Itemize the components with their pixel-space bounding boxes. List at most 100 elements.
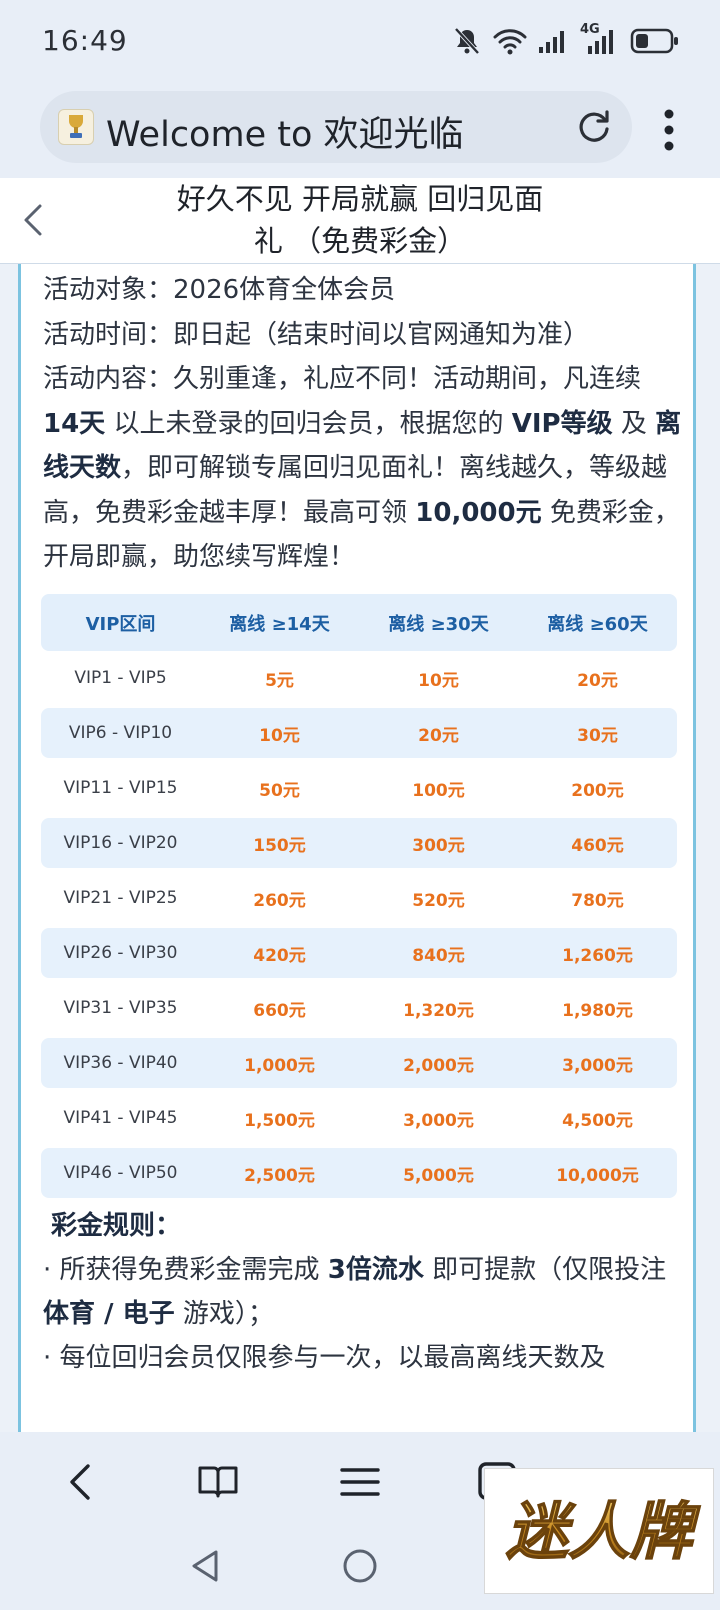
table-row: VIP11 - VIP15 50元 100元 200元 [41,763,677,813]
bonus-amount-cell: 20元 [577,670,618,691]
vip-range-cell: VIP1 - VIP5 [74,668,167,688]
page-title[interactable]: Welcome to 欢迎光临 [106,106,464,157]
vip-range-cell: VIP21 - VIP25 [63,888,178,908]
vip-range-cell: VIP36 - VIP40 [63,1053,178,1073]
back-arrow-icon[interactable] [18,202,50,238]
bonus-amount-cell: 20元 [418,725,459,746]
promo-intro: 活动对象：2026体育全体会员 活动时间：即日起（结束时间以官网通知为准） 活动… [43,268,683,580]
bonus-amount-cell: 3,000元 [403,1110,474,1131]
rule-text: · 所获得免费彩金需完成 [43,1255,328,1285]
table-header-cell: 离线 ≥60天 [547,613,648,635]
vip-range-cell: VIP26 - VIP30 [63,943,178,963]
activity-target-value: 2026体育全体会员 [173,275,396,305]
activity-content-label: 活动内容： [43,364,174,394]
rule-highlight: 3倍流水 [327,1255,424,1285]
rule-item: · 每位回归会员仅限参与一次，以最高离线天数及 [43,1343,606,1373]
activity-time-value: 即日起（结束时间以官网通知为准） [173,319,590,350]
bonus-amount-cell: 660元 [253,1000,306,1021]
bonus-amount-cell: 780元 [571,890,624,911]
table-header-cell: VIP区间 [85,613,156,635]
bonus-amount-cell: 100元 [412,780,465,801]
vip-range-cell: VIP41 - VIP45 [63,1108,178,1128]
activity-time-label: 活动时间： [43,319,174,350]
back-icon[interactable] [60,1460,104,1504]
signal-strength-icon [539,31,564,53]
vip-range-cell: VIP16 - VIP20 [63,833,178,853]
bonus-amount-cell: 30元 [577,725,618,746]
table-row: VIP41 - VIP45 1,500元 3,000元 4,500元 [41,1093,677,1143]
bonus-amount-cell: 520元 [412,890,465,911]
table-row: VIP46 - VIP50 2,500元 5,000元 10,000元 [41,1148,677,1198]
bonus-amount-cell: 5,000元 [403,1165,474,1186]
rule-text: 游戏）； [174,1299,274,1329]
signal-4g-icon: 4G [580,22,620,56]
bonus-amount-cell: 840元 [412,945,465,966]
table-header-row: VIP区间 离线 ≥14天 离线 ≥30天 离线 ≥60天 [41,594,677,651]
nav-home-icon[interactable] [340,1546,380,1586]
content-text: 及 [612,408,656,439]
svg-text:迷人牌: 迷人牌 [506,1495,701,1568]
bonus-amount-cell: 50元 [259,780,300,801]
activity-time: 活动时间：即日起（结束时间以官网通知为准） [43,313,683,358]
wifi-icon [493,29,527,55]
rule-highlight: 体育 / 电子 [43,1299,175,1329]
bonus-amount-cell: 260元 [253,890,306,911]
rules-title: 彩金规则： [51,1211,182,1241]
status-time: 16:49 [42,24,128,57]
bonus-amount-cell: 1,320元 [403,1000,474,1021]
promo-title: 好久不见 开局就赢 回归见面 礼 （免费彩金） [120,178,600,262]
table-body: VIP1 - VIP5 5元 10元 20元 VIP6 - VIP10 10元 20元 30元… [41,653,677,1198]
browser-toolbar: Welcome to 欢迎光临 [0,84,720,178]
page-header: 好久不见 开局就赢 回归见面 礼 （免费彩金） [0,178,720,264]
bonus-amount-cell: 300元 [412,835,465,856]
bonus-amount-cell: 4,500元 [562,1110,633,1131]
watermark-logo: 迷人牌 [484,1468,714,1594]
bonus-amount-cell: 1,500元 [244,1110,315,1131]
table-row: VIP16 - VIP20 150元 300元 460元 [41,818,677,868]
content-text: 久别重逢，礼应不同！活动期间，凡连续 [173,364,642,394]
table-header-cell: 离线 ≥14天 [229,613,330,635]
table-row: VIP21 - VIP25 260元 520元 780元 [41,873,677,923]
promo-title-line2: 礼 （免费彩金） [253,224,467,258]
bonus-amount-cell: 1,980元 [562,1000,633,1021]
rule-text: 即可提款（仅限投注 [423,1255,667,1285]
table-row: VIP36 - VIP40 1,000元 2,000元 3,000元 [41,1038,677,1088]
bonus-amount-cell: 200元 [571,780,624,801]
bonus-amount-cell: 10,000元 [556,1165,639,1186]
bonus-amount-cell: 2,000元 [403,1055,474,1076]
activity-target: 活动对象：2026体育全体会员 [43,268,683,313]
activity-content: 活动内容：久别重逢，礼应不同！活动期间，凡连续 14天 以上未登录的回归会员，根… [43,357,683,580]
bonus-amount-cell: 10元 [259,725,300,746]
table-row: VIP31 - VIP35 660元 1,320元 1,980元 [41,983,677,1033]
bonus-amount-cell: 460元 [571,835,624,856]
watermark-logo-art: 迷人牌 [505,1494,702,1569]
more-options-icon[interactable] [656,106,682,154]
reload-icon[interactable] [574,107,614,147]
status-bar: 16:49 4G [0,0,720,84]
bonus-amount-cell: 1,000元 [244,1055,315,1076]
bonus-amount-cell: 5元 [265,670,294,691]
menu-icon[interactable] [338,1460,382,1504]
site-favicon-icon [58,109,94,145]
table-row: VIP1 - VIP5 5元 10元 20元 [41,653,677,703]
status-icons: 4G [452,22,680,58]
table-row: VIP26 - VIP30 420元 840元 1,260元 [41,928,677,978]
nav-back-icon[interactable] [186,1546,226,1586]
vip-bonus-table: VIP区间 离线 ≥14天 离线 ≥30天 离线 ≥60天 VIP1 - VIP… [41,594,677,1203]
address-bar[interactable]: Welcome to 欢迎光临 [40,91,632,163]
bonus-amount-cell: 150元 [253,835,306,856]
vip-range-cell: VIP46 - VIP50 [63,1163,178,1183]
table-header-cell: 离线 ≥30天 [388,613,489,635]
highlight-days: 14天 [43,408,106,439]
highlight-vip-level: VIP等级 [511,408,613,439]
content-text: 以上未登录的回归会员，根据您的 [105,408,512,439]
highlight-max-bonus: 10,000元 [415,497,542,528]
promo-title-line1: 好久不见 开局就赢 回归见面 [176,182,544,216]
bonus-amount-cell: 1,260元 [562,945,633,966]
vip-range-cell: VIP11 - VIP15 [63,778,178,798]
activity-target-label: 活动对象： [43,275,174,305]
bookmarks-icon[interactable] [196,1460,240,1504]
promo-content-card: 活动对象：2026体育全体会员 活动时间：即日起（结束时间以官网通知为准） 活动… [18,264,696,1432]
notifications-muted-icon [454,27,480,55]
rule-item: · 所获得免费彩金需完成 3倍流水 即可提款（仅限投注 体育 / 电子 游戏）； [43,1248,683,1336]
